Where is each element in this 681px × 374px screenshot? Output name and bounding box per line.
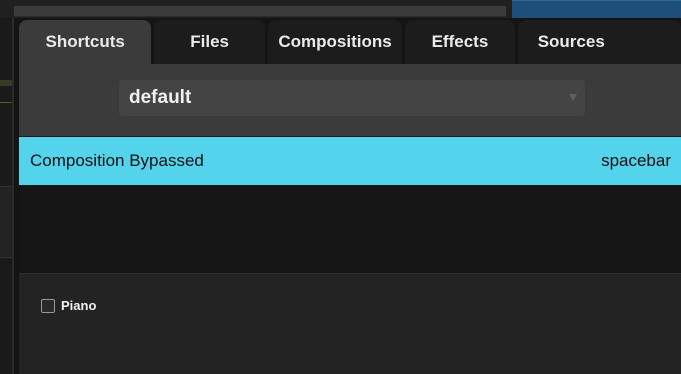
shortcuts-panel-window: Shortcuts Files Compositions Effects Sou… <box>0 0 681 374</box>
left-gutter <box>0 18 14 374</box>
gutter-mark <box>0 80 12 86</box>
gutter-block <box>0 186 12 258</box>
shortcut-list-empty-area <box>19 185 681 271</box>
preset-bar: default <box>19 64 681 136</box>
piano-option[interactable]: Piano <box>41 298 96 313</box>
tab-compositions[interactable]: Compositions <box>267 20 403 64</box>
top-strip <box>0 0 681 18</box>
preset-select-value: default <box>129 87 192 108</box>
preset-select[interactable]: default <box>119 80 585 116</box>
gutter-line <box>0 102 12 103</box>
tab-sources[interactable]: Sources <box>517 20 681 64</box>
piano-label: Piano <box>61 298 97 313</box>
top-gray-segment <box>14 6 506 17</box>
tab-bar: Shortcuts Files Compositions Effects Sou… <box>19 20 681 64</box>
tab-files[interactable]: Files <box>154 20 265 64</box>
shortcut-row[interactable]: Composition Bypassed spacebar <box>19 137 681 185</box>
tab-shortcuts[interactable]: Shortcuts <box>19 20 152 64</box>
shortcut-action: Composition Bypassed <box>30 151 204 170</box>
chevron-down-icon <box>569 94 577 101</box>
options-panel: Piano <box>19 273 681 374</box>
piano-checkbox[interactable] <box>41 298 55 313</box>
top-blue-segment <box>512 0 681 18</box>
tab-effects[interactable]: Effects <box>405 20 515 64</box>
shortcut-key: spacebar <box>601 151 671 170</box>
